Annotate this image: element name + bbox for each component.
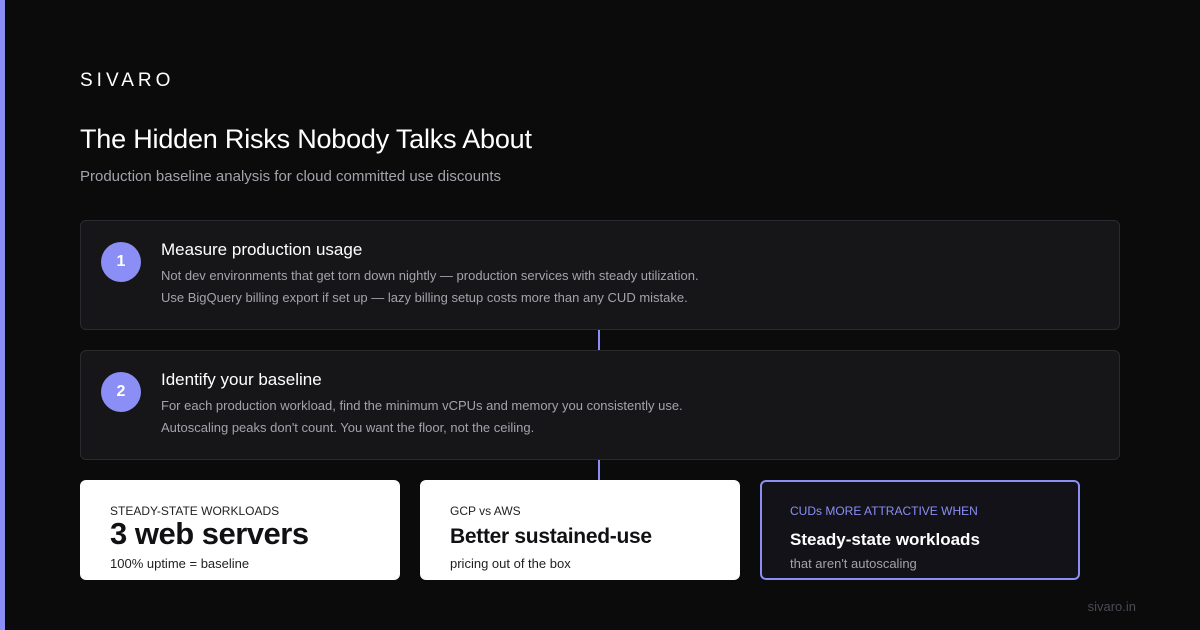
step-description: Autoscaling peaks don't count. You want … xyxy=(161,420,535,435)
stat-card-steady-state: STEADY-STATE WORKLOADS 3 web servers 100… xyxy=(80,480,400,580)
stat-value: 3 web servers xyxy=(110,516,309,551)
stat-value: Better sustained-use xyxy=(450,525,652,548)
step-card-measure-usage: 1 Measure production usage Not dev envir… xyxy=(80,220,1120,330)
stat-note: pricing out of the box xyxy=(450,556,571,571)
step-description: Use BigQuery billing export if set up — … xyxy=(161,290,688,305)
step-connector xyxy=(598,330,600,350)
step-number-badge: 2 xyxy=(101,372,141,412)
step-card-identify-baseline: 2 Identify your baseline For each produc… xyxy=(80,350,1120,460)
stat-card-gcp-vs-aws: GCP vs AWS Better sustained-use pricing … xyxy=(420,480,740,580)
stat-card-cuds-attractive: CUDs MORE ATTRACTIVE WHEN Steady-state w… xyxy=(760,480,1080,580)
step-description: Not dev environments that get torn down … xyxy=(161,268,699,283)
step-title: Identify your baseline xyxy=(161,370,322,389)
page-subtitle: Production baseline analysis for cloud c… xyxy=(80,168,502,185)
stat-label: GCP vs AWS xyxy=(450,504,521,518)
accent-bar xyxy=(0,0,5,630)
step-number-badge: 1 xyxy=(101,242,141,282)
stat-value: Steady-state workloads xyxy=(790,530,980,549)
stat-note: 100% uptime = baseline xyxy=(110,556,250,571)
step-connector xyxy=(598,460,600,480)
step-description: For each production workload, find the m… xyxy=(161,398,683,413)
step-title: Measure production usage xyxy=(161,240,363,259)
brand-logo: SIVARO xyxy=(80,70,175,91)
page-title: The Hidden Risks Nobody Talks About xyxy=(80,124,532,154)
stat-note: that aren't autoscaling xyxy=(790,556,917,571)
stat-label: CUDs MORE ATTRACTIVE WHEN xyxy=(790,504,978,518)
footer-url: sivaro.in xyxy=(1087,599,1136,614)
